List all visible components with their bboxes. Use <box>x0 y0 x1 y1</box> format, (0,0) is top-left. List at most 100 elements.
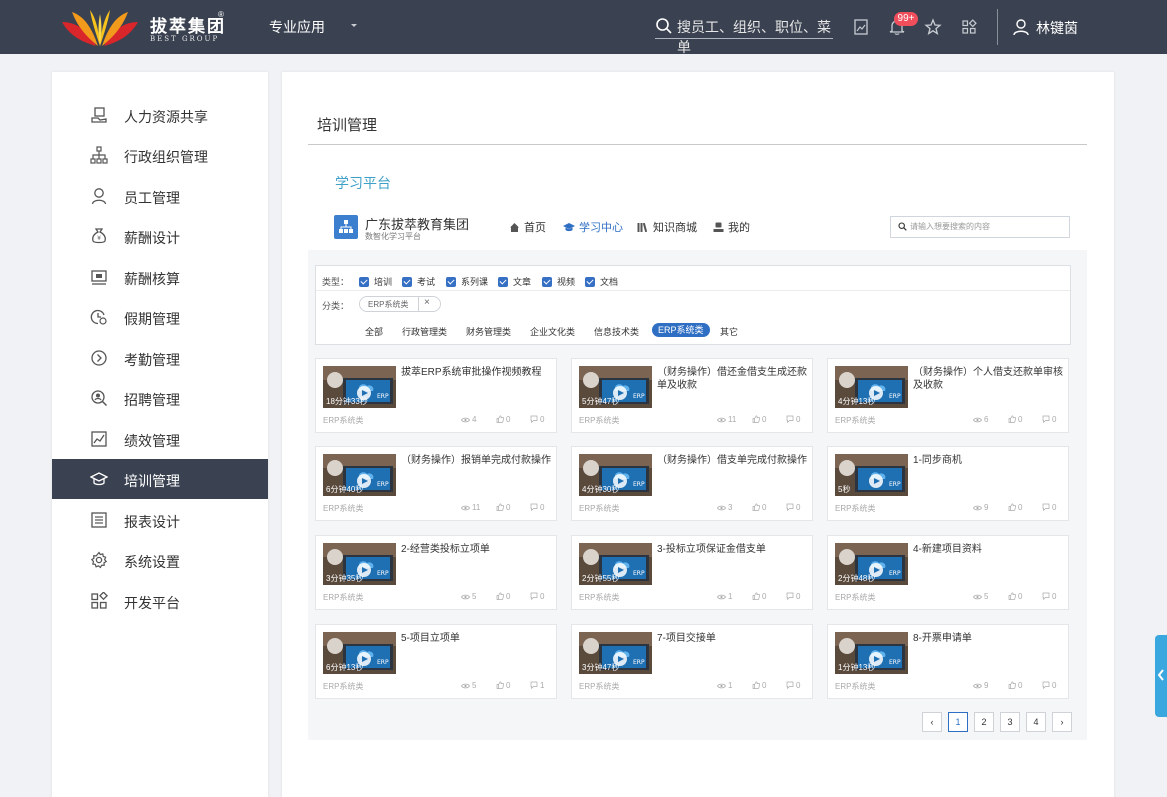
next-page-button[interactable]: › <box>1052 712 1072 732</box>
course-title[interactable]: 1-同步商机 <box>913 454 1063 467</box>
like-count[interactable]: 0 <box>752 415 766 424</box>
sidebar-item-training[interactable]: 培训管理 <box>52 459 268 499</box>
page-button[interactable]: 1 <box>948 712 968 732</box>
course-card[interactable]: ERP 5分钟47秒 （财务操作）借还金借支生成还款单及收款 ERP系统类 11… <box>571 358 813 433</box>
course-thumbnail[interactable]: ERP 3分钟47秒 <box>579 632 652 674</box>
course-card[interactable]: ERP 18分钟33秒 拔萃ERP系统审批操作视频教程 ERP系统类 4 0 0 <box>315 358 557 433</box>
star-icon[interactable] <box>924 18 942 36</box>
comment-count[interactable]: 0 <box>1042 681 1056 690</box>
type-checkbox-training[interactable]: 培训 <box>359 275 392 287</box>
course-thumbnail[interactable]: ERP 6分钟40秒 <box>323 454 396 496</box>
course-card[interactable]: ERP 6分钟40秒 （财务操作）报销单完成付款操作 ERP系统类 11 0 0 <box>315 446 557 521</box>
course-card[interactable]: ERP 3分钟47秒 7-项目交接单 ERP系统类 1 0 0 <box>571 624 813 699</box>
page-button[interactable]: 4 <box>1026 712 1046 732</box>
course-thumbnail[interactable]: ERP 4分钟30秒 <box>579 454 652 496</box>
course-thumbnail[interactable]: ERP 1分钟13秒 <box>835 632 908 674</box>
course-title[interactable]: 8-开票申请单 <box>913 632 1063 645</box>
course-title[interactable]: （财务操作）个人借支还款单审核及收款 <box>913 366 1063 392</box>
course-title[interactable]: 2-经营类投标立项单 <box>401 543 551 556</box>
notification-badge[interactable]: 99+ <box>894 12 918 26</box>
course-thumbnail[interactable]: ERP 18分钟33秒 <box>323 366 396 408</box>
type-checkbox-document[interactable]: 文档 <box>585 275 618 287</box>
company-logo[interactable]: 拔萃集团 ® BEST GROUP <box>58 8 234 48</box>
course-card[interactable]: ERP 2分钟55秒 3-投标立项保证金借支单 ERP系统类 1 0 0 <box>571 535 813 610</box>
sidebar-item-dev-platform[interactable]: 开发平台 <box>52 581 268 621</box>
global-search[interactable]: 搜员工、组织、职位、菜单 <box>655 15 833 55</box>
prev-page-button[interactable]: ‹ <box>922 712 942 732</box>
course-title[interactable]: 3-投标立项保证金借支单 <box>657 543 807 556</box>
comment-count[interactable]: 0 <box>786 592 800 601</box>
like-count[interactable]: 0 <box>1008 681 1022 690</box>
type-checkbox-video[interactable]: 视频 <box>542 275 575 287</box>
course-title[interactable]: （财务操作）借还金借支生成还款单及收款 <box>657 366 807 392</box>
like-count[interactable]: 0 <box>496 592 510 601</box>
sidebar-item-salary-design[interactable]: ¥ 薪酬设计 <box>52 216 268 256</box>
like-count[interactable]: 0 <box>1008 592 1022 601</box>
course-thumbnail[interactable]: ERP 5秒 <box>835 454 908 496</box>
comment-count[interactable]: 0 <box>1042 503 1056 512</box>
sidebar-item-leave[interactable]: 假期管理 <box>52 297 268 337</box>
sidebar-item-payroll[interactable]: 薪酬核算 <box>52 257 268 297</box>
course-thumbnail[interactable]: ERP 3分钟35秒 <box>323 543 396 585</box>
side-collapse-tab[interactable] <box>1155 635 1167 717</box>
user-name[interactable]: 林键茵 <box>1036 18 1078 38</box>
type-checkbox-exam[interactable]: 考试 <box>402 275 435 287</box>
category-all[interactable]: 全部 <box>365 325 383 338</box>
comment-count[interactable]: 0 <box>1042 592 1056 601</box>
course-thumbnail[interactable]: ERP 6分钟13秒 <box>323 632 396 674</box>
course-thumbnail[interactable]: ERP 2分钟55秒 <box>579 543 652 585</box>
comment-count[interactable]: 0 <box>530 592 544 601</box>
like-count[interactable]: 0 <box>496 415 510 424</box>
course-title[interactable]: 4-新建项目资料 <box>913 543 1063 556</box>
course-card[interactable]: ERP 2分钟48秒 4-新建项目资料 ERP系统类 5 0 0 <box>827 535 1069 610</box>
sidebar-item-employee[interactable]: 员工管理 <box>52 176 268 216</box>
category-finance[interactable]: 财务管理类 <box>466 325 511 338</box>
course-card[interactable]: ERP 4分钟30秒 （财务操作）借支单完成付款操作 ERP系统类 3 0 0 <box>571 446 813 521</box>
page-button[interactable]: 3 <box>1000 712 1020 732</box>
close-icon[interactable]: × <box>424 297 430 308</box>
course-title[interactable]: （财务操作）借支单完成付款操作 <box>657 454 807 467</box>
course-title[interactable]: 拔萃ERP系统审批操作视频教程 <box>401 366 551 379</box>
comment-count[interactable]: 0 <box>786 681 800 690</box>
course-card[interactable]: ERP 6分钟13秒 5-项目立项单 ERP系统类 5 0 1 <box>315 624 557 699</box>
category-culture[interactable]: 企业文化类 <box>530 325 575 338</box>
app-switch-label[interactable]: 专业应用 <box>269 17 325 37</box>
course-thumbnail[interactable]: ERP 5分钟47秒 <box>579 366 652 408</box>
like-count[interactable]: 0 <box>752 681 766 690</box>
type-checkbox-series[interactable]: 系列课 <box>446 275 488 287</box>
course-title[interactable]: （财务操作）报销单完成付款操作 <box>401 454 551 467</box>
page-button[interactable]: 2 <box>974 712 994 732</box>
sidebar-item-org[interactable]: 行政组织管理 <box>52 135 268 175</box>
sidebar-item-report[interactable]: 报表设计 <box>52 500 268 540</box>
like-count[interactable]: 0 <box>496 503 510 512</box>
course-card[interactable]: ERP 3分钟35秒 2-经营类投标立项单 ERP系统类 5 0 0 <box>315 535 557 610</box>
nav-knowledge-mall[interactable]: 知识商城 <box>637 219 697 235</box>
category-it[interactable]: 信息技术类 <box>594 325 639 338</box>
sidebar-item-attendance[interactable]: 考勤管理 <box>52 338 268 378</box>
nav-mine[interactable]: 我的 <box>713 219 750 235</box>
image-icon[interactable] <box>852 18 870 36</box>
sidebar-item-settings[interactable]: 系统设置 <box>52 540 268 580</box>
apps-icon[interactable] <box>960 18 978 36</box>
comment-count[interactable]: 0 <box>786 503 800 512</box>
like-count[interactable]: 0 <box>496 681 510 690</box>
category-other[interactable]: 其它 <box>720 325 738 338</box>
course-card[interactable]: ERP 5秒 1-同步商机 ERP系统类 9 0 0 <box>827 446 1069 521</box>
sidebar-item-recruit[interactable]: 招聘管理 <box>52 378 268 418</box>
category-admin[interactable]: 行政管理类 <box>402 325 447 338</box>
sidebar-item-hr-share[interactable]: 人力资源共享 <box>52 95 268 135</box>
course-card[interactable]: ERP 4分钟13秒 （财务操作）个人借支还款单审核及收款 ERP系统类 6 0… <box>827 358 1069 433</box>
comment-count[interactable]: 0 <box>530 415 544 424</box>
like-count[interactable]: 0 <box>1008 415 1022 424</box>
comment-count[interactable]: 0 <box>1042 415 1056 424</box>
comment-count[interactable]: 1 <box>530 681 544 690</box>
chevron-down-icon[interactable] <box>350 22 358 28</box>
user-icon[interactable] <box>1012 18 1030 36</box>
category-erp[interactable]: ERP系统类 <box>652 323 710 337</box>
nav-home[interactable]: 首页 <box>509 219 546 235</box>
nav-learning-center[interactable]: 学习中心 <box>563 219 623 235</box>
course-title[interactable]: 7-项目交接单 <box>657 632 807 645</box>
course-thumbnail[interactable]: ERP 2分钟48秒 <box>835 543 908 585</box>
comment-count[interactable]: 0 <box>786 415 800 424</box>
like-count[interactable]: 0 <box>1008 503 1022 512</box>
